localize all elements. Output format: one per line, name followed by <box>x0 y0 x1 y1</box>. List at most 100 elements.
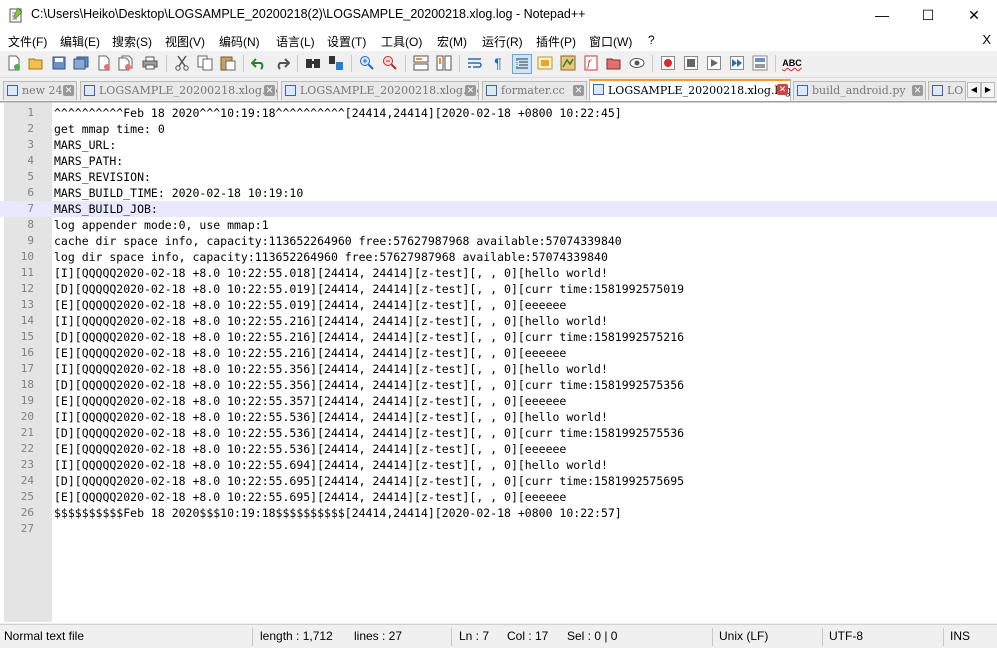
replace-icon[interactable] <box>327 54 345 72</box>
editor-line[interactable]: 22 [E][QQQQQ2020-02-18 +8.0 10:22:55.536]… <box>0 441 997 457</box>
editor-line[interactable]: 20 [I][QQQQQ2020-02-18 +8.0 10:22:55.536]… <box>0 409 997 425</box>
editor-line[interactable]: 15 [D][QQQQQ2020-02-18 +8.0 10:22:55.216]… <box>0 329 997 345</box>
tab-logsample-1[interactable]: LOGSAMPLE_20200218.xlog.log ✕ <box>80 81 278 100</box>
editor-line[interactable]: 6 MARS_BUILD_TIME: 2020-02-18 10:19:10 <box>0 185 997 201</box>
editor-line[interactable]: 19 [E][QQQQQ2020-02-18 +8.0 10:22:55.357]… <box>0 393 997 409</box>
tab-build-android-py[interactable]: build_android.py ✕ <box>793 81 926 100</box>
maximize-button[interactable]: ☐ <box>905 0 951 30</box>
close-document-button[interactable]: X <box>982 32 991 47</box>
editor-line[interactable]: 2 get mmap time: 0 <box>0 121 997 137</box>
zoom-out-icon[interactable] <box>381 54 399 72</box>
show-all-chars-icon[interactable]: ¶ <box>489 54 507 72</box>
redo-icon[interactable] <box>273 54 291 72</box>
menu-help[interactable]: ? <box>648 33 655 47</box>
record-macro-icon[interactable] <box>659 54 677 72</box>
menu-tools[interactable]: 工具(O) <box>381 33 422 50</box>
tab-logsample-2[interactable]: LOGSAMPLE_20200218.xlog.log ✕ <box>281 81 479 100</box>
tab-lo-truncated[interactable]: LO <box>928 81 966 100</box>
save-macro-icon[interactable] <box>751 54 769 72</box>
tab-close-icon[interactable]: ✕ <box>63 85 74 96</box>
editor-line[interactable]: 21 [D][QQQQQ2020-02-18 +8.0 10:22:55.536]… <box>0 425 997 441</box>
editor-line[interactable]: 16 [E][QQQQQ2020-02-18 +8.0 10:22:55.216]… <box>0 345 997 361</box>
editor-line[interactable]: 25 [E][QQQQQ2020-02-18 +8.0 10:22:55.695]… <box>0 489 997 505</box>
menu-window[interactable]: 窗口(W) <box>589 33 632 50</box>
word-wrap-icon[interactable] <box>466 54 484 72</box>
menu-search[interactable]: 搜索(S) <box>112 33 152 50</box>
function-list-icon[interactable]: f <box>582 54 600 72</box>
editor-line[interactable]: 18 [D][QQQQQ2020-02-18 +8.0 10:22:55.356]… <box>0 377 997 393</box>
editor-line[interactable]: 23 [I][QQQQQ2020-02-18 +8.0 10:22:55.694]… <box>0 457 997 473</box>
tab-close-icon[interactable]: ✕ <box>465 85 476 96</box>
sync-horizontal-icon[interactable] <box>435 54 453 72</box>
menu-file[interactable]: 文件(F) <box>8 33 47 50</box>
print-icon[interactable] <box>141 54 159 72</box>
tab-scroll-right-icon[interactable]: ▶ <box>981 82 995 98</box>
editor-line[interactable]: 26 $$$$$$$$$$Feb 18 2020$$$10:19:18$$$$$$… <box>0 505 997 521</box>
editor-line[interactable]: 24 [D][QQQQQ2020-02-18 +8.0 10:22:55.695]… <box>0 473 997 489</box>
editor-line[interactable]: 14 [I][QQQQQ2020-02-18 +8.0 10:22:55.216]… <box>0 313 997 329</box>
tab-logsample-active[interactable]: LOGSAMPLE_20200218.xlog.log ✕ <box>589 79 791 101</box>
editor-line[interactable]: 9 cache dir space info, capacity:11365226… <box>0 233 997 249</box>
save-icon[interactable] <box>50 54 68 72</box>
tab-close-icon[interactable]: ✕ <box>573 85 584 96</box>
editor-line[interactable]: 7 MARS_BUILD_JOB: <box>0 201 997 217</box>
stop-macro-icon[interactable] <box>682 54 700 72</box>
editor-area[interactable]: 1 ^^^^^^^^^^Feb 18 2020^^^10:19:18^^^^^^^… <box>0 102 997 623</box>
user-language-icon[interactable] <box>536 54 554 72</box>
editor-line[interactable]: 3 MARS_URL: <box>0 137 997 153</box>
minimize-button[interactable]: — <box>859 0 905 30</box>
tab-formater-cc[interactable]: formater.cc ✕ <box>482 81 587 100</box>
menu-plugins[interactable]: 插件(P) <box>536 33 576 50</box>
editor-line[interactable]: 13 [E][QQQQQ2020-02-18 +8.0 10:22:55.019]… <box>0 297 997 313</box>
editor-line[interactable]: 8 log appender mode:0, use mmap:1 <box>0 217 997 233</box>
editor-line[interactable]: 11 [I][QQQQQ2020-02-18 +8.0 10:22:55.018]… <box>0 265 997 281</box>
find-icon[interactable] <box>304 54 322 72</box>
play-macro-icon[interactable] <box>705 54 723 72</box>
line-text: [I][QQQQQ2020-02-18 +8.0 10:22:55.536][2… <box>54 410 608 424</box>
copy-icon[interactable] <box>196 54 214 72</box>
editor-line[interactable]: 1 ^^^^^^^^^^Feb 18 2020^^^10:19:18^^^^^^^… <box>0 105 997 121</box>
editor-line[interactable]: 17 [I][QQQQQ2020-02-18 +8.0 10:22:55.356]… <box>0 361 997 377</box>
doc-map-icon[interactable] <box>559 54 577 72</box>
status-insert-mode[interactable]: INS <box>950 629 970 643</box>
close-all-icon[interactable] <box>117 54 135 72</box>
cut-icon[interactable] <box>173 54 191 72</box>
menu-encoding[interactable]: 编码(N) <box>219 33 260 50</box>
zoom-in-icon[interactable] <box>358 54 376 72</box>
editor-line[interactable]: 5 MARS_REVISION: <box>0 169 997 185</box>
status-eol[interactable]: Unix (LF) <box>719 629 768 643</box>
file-icon <box>84 85 95 96</box>
sync-vertical-icon[interactable] <box>412 54 430 72</box>
spellcheck-icon[interactable]: ABC <box>781 54 803 72</box>
menu-settings[interactable]: 设置(T) <box>327 33 366 50</box>
tab-scroll-left-icon[interactable]: ◀ <box>967 82 981 98</box>
menu-run[interactable]: 运行(R) <box>482 33 523 50</box>
toolbar-separator <box>652 55 653 72</box>
undo-icon[interactable] <box>250 54 268 72</box>
tab-close-icon[interactable]: ✕ <box>912 85 923 96</box>
line-text: get mmap time: 0 <box>54 122 165 136</box>
menu-view[interactable]: 视图(V) <box>165 33 205 50</box>
folder-workspace-icon[interactable] <box>605 54 623 72</box>
save-all-icon[interactable] <box>72 54 90 72</box>
indent-guide-icon[interactable] <box>512 54 532 74</box>
menu-edit[interactable]: 编辑(E) <box>60 33 100 50</box>
open-file-icon[interactable] <box>27 54 45 72</box>
line-number: 8 <box>27 218 34 231</box>
menu-macro[interactable]: 宏(M) <box>437 33 467 50</box>
paste-icon[interactable] <box>219 54 237 72</box>
editor-line[interactable]: 27 <box>0 521 997 537</box>
tab-new-24[interactable]: new 24 ✕ <box>3 81 77 100</box>
close-file-icon[interactable] <box>95 54 113 72</box>
menu-language[interactable]: 语言(L) <box>276 33 315 50</box>
status-encoding[interactable]: UTF-8 <box>829 629 863 643</box>
editor-line[interactable]: 4 MARS_PATH: <box>0 153 997 169</box>
new-file-icon[interactable] <box>5 54 23 72</box>
run-macro-multiple-icon[interactable] <box>728 54 746 72</box>
tab-close-icon[interactable]: ✕ <box>264 85 275 96</box>
editor-line[interactable]: 12 [D][QQQQQ2020-02-18 +8.0 10:22:55.019]… <box>0 281 997 297</box>
close-window-button[interactable]: ✕ <box>951 0 997 30</box>
tab-close-icon[interactable]: ✕ <box>777 84 788 95</box>
editor-line[interactable]: 10 log dir space info, capacity:113652264… <box>0 249 997 265</box>
monitor-icon[interactable] <box>628 54 646 72</box>
